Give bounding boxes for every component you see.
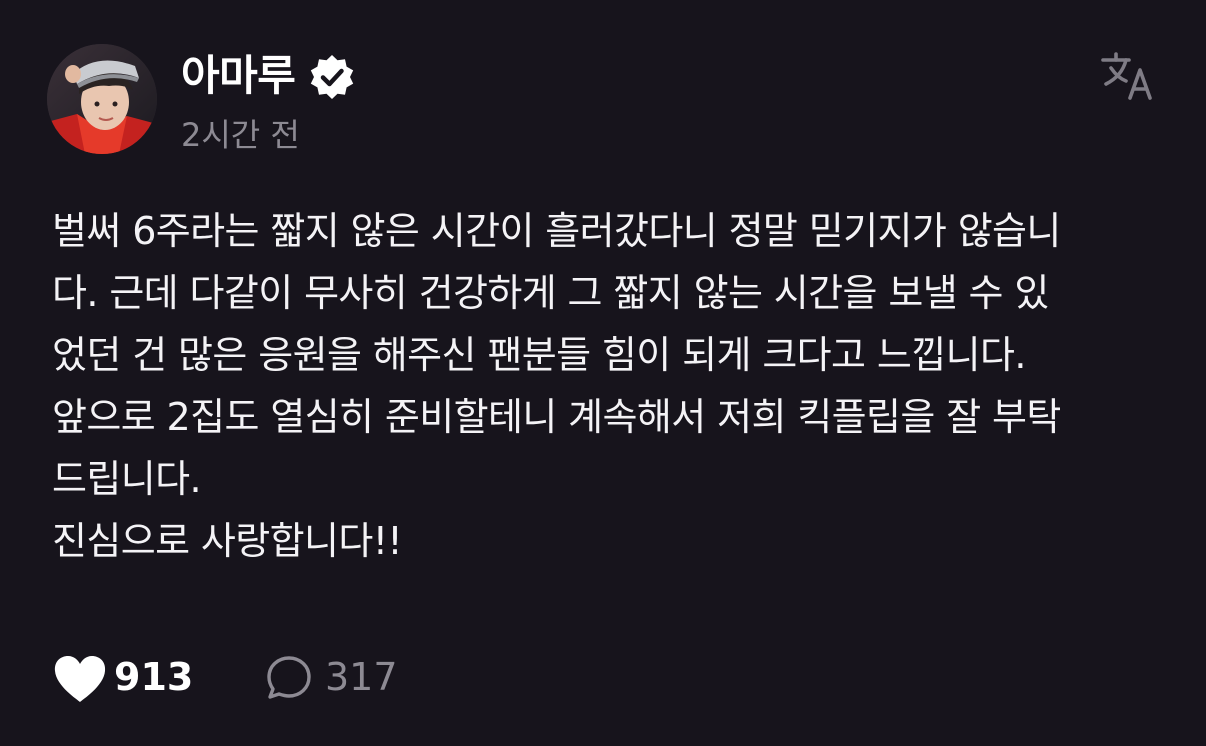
post-card: 아마루 2시간 전 벌써 6주라는 짧지 않은 시간이 흘러갔다니 정말 믿기지… [0,0,1206,746]
post-body-line: 앞으로 2집도 열심히 준비할테니 계속해서 저희 킥플립을 잘 부탁 [52,395,1061,439]
like-count: 913 [114,655,194,699]
post-body-line: 었던 건 많은 응원을 해주신 팬분들 힘이 되게 크다고 느낍니다. [52,333,1026,377]
comment-bubble-icon [267,656,311,699]
post-body-line: 진심으로 사랑합니다!! [52,519,403,563]
like-button[interactable]: 913 [50,648,194,706]
heart-icon [54,656,106,702]
post-body: 벌써 6주라는 짧지 않은 시간이 흘러갔다니 정말 믿기지가 않습니 다. 근… [52,200,1162,572]
post-timestamp: 2시간 전 [181,116,300,154]
post-body-line: 드립니다. [52,457,202,501]
reply-button[interactable]: 317 [264,648,398,706]
translate-button[interactable] [1100,50,1156,102]
avatar[interactable] [47,44,157,154]
post-body-line: 벌써 6주라는 짧지 않은 시간이 흘러갔다니 정말 믿기지가 않습니 [52,209,1061,253]
post-body-line: 다. 근데 다같이 무사히 건강하게 그 짧지 않는 시간을 보낼 수 있 [52,271,1049,315]
verified-badge-icon [310,55,354,99]
author-name[interactable]: 아마루 [181,50,296,102]
translate-icon [1101,52,1152,100]
reply-count: 317 [325,655,398,699]
